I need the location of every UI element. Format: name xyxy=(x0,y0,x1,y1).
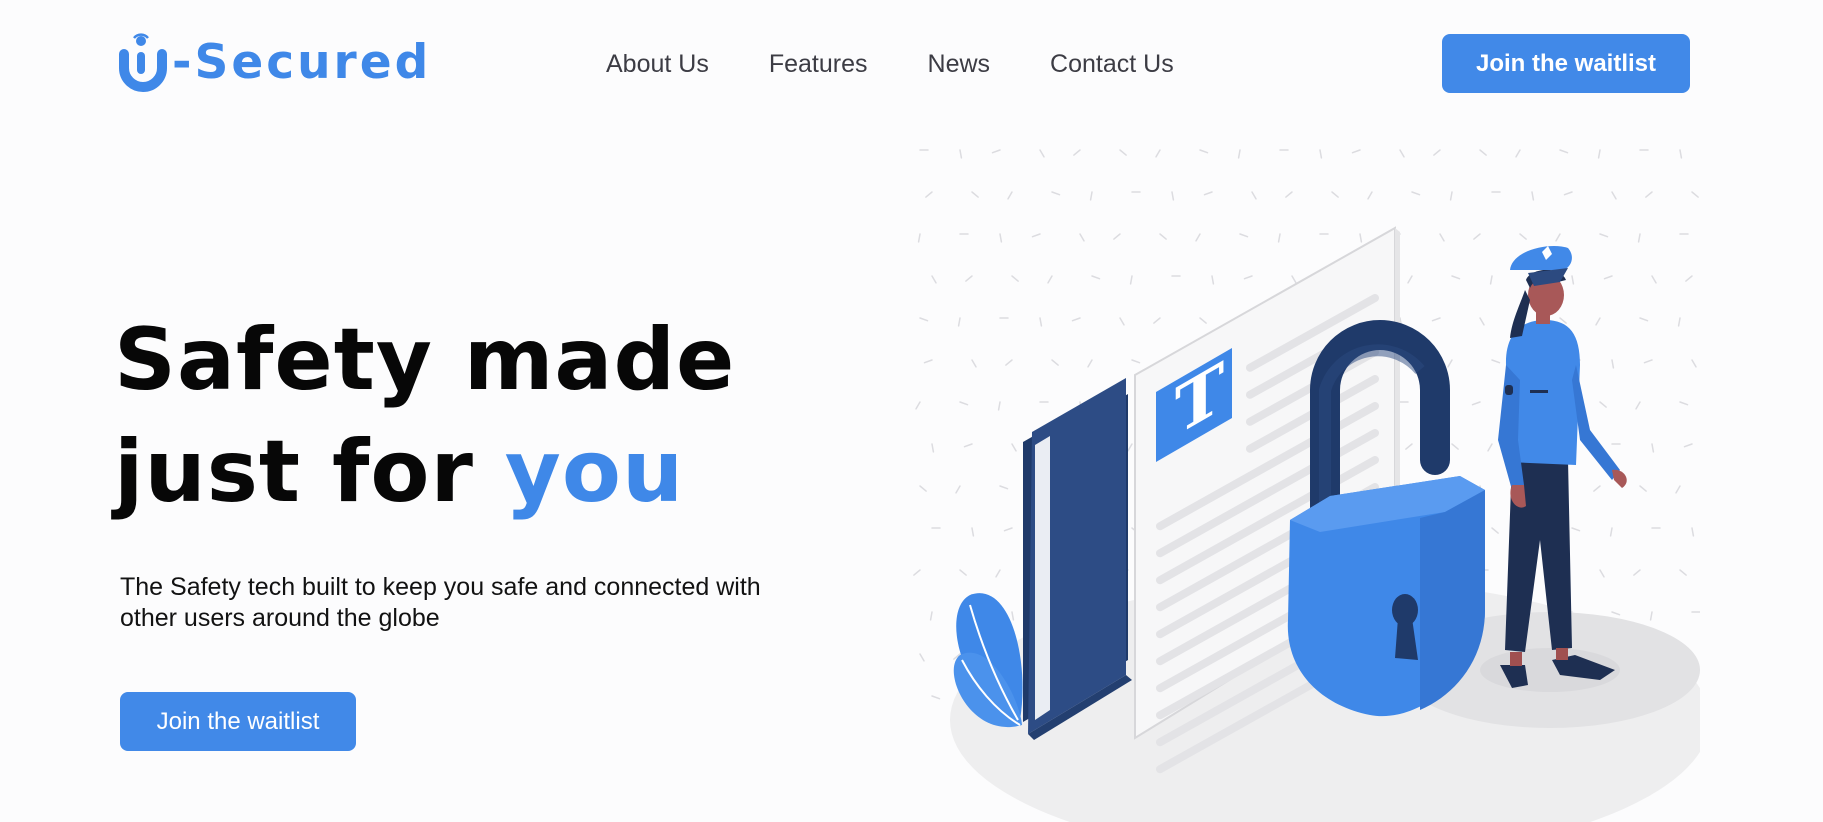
join-waitlist-hero-button[interactable]: Join the waitlist xyxy=(120,692,356,751)
folder-icon xyxy=(1023,378,1132,740)
logo-u-icon xyxy=(119,33,167,92)
nav-item-about-us[interactable]: About Us xyxy=(606,48,709,80)
hero-title-line2-prefix: just for xyxy=(114,422,505,522)
join-waitlist-header-button[interactable]: Join the waitlist xyxy=(1442,34,1690,93)
brand-name: -Secured xyxy=(172,34,432,90)
nav-item-contact-us[interactable]: Contact Us xyxy=(1050,48,1174,80)
hero-title: Safety made just for you xyxy=(114,304,735,528)
main-nav: About Us Features News Contact Us xyxy=(606,48,1174,80)
hero-subtitle: The Safety tech built to keep you safe a… xyxy=(120,573,761,632)
hero-title-accent: you xyxy=(504,422,685,522)
landing-page: -Secured About Us Features News Contact … xyxy=(0,0,1823,822)
security-illustration: T xyxy=(913,149,1700,822)
brand-logo[interactable]: -Secured xyxy=(118,30,431,94)
hero-title-line1: Safety made xyxy=(114,310,736,410)
nav-item-features[interactable]: Features xyxy=(769,48,868,80)
nav-item-news[interactable]: News xyxy=(928,48,991,80)
